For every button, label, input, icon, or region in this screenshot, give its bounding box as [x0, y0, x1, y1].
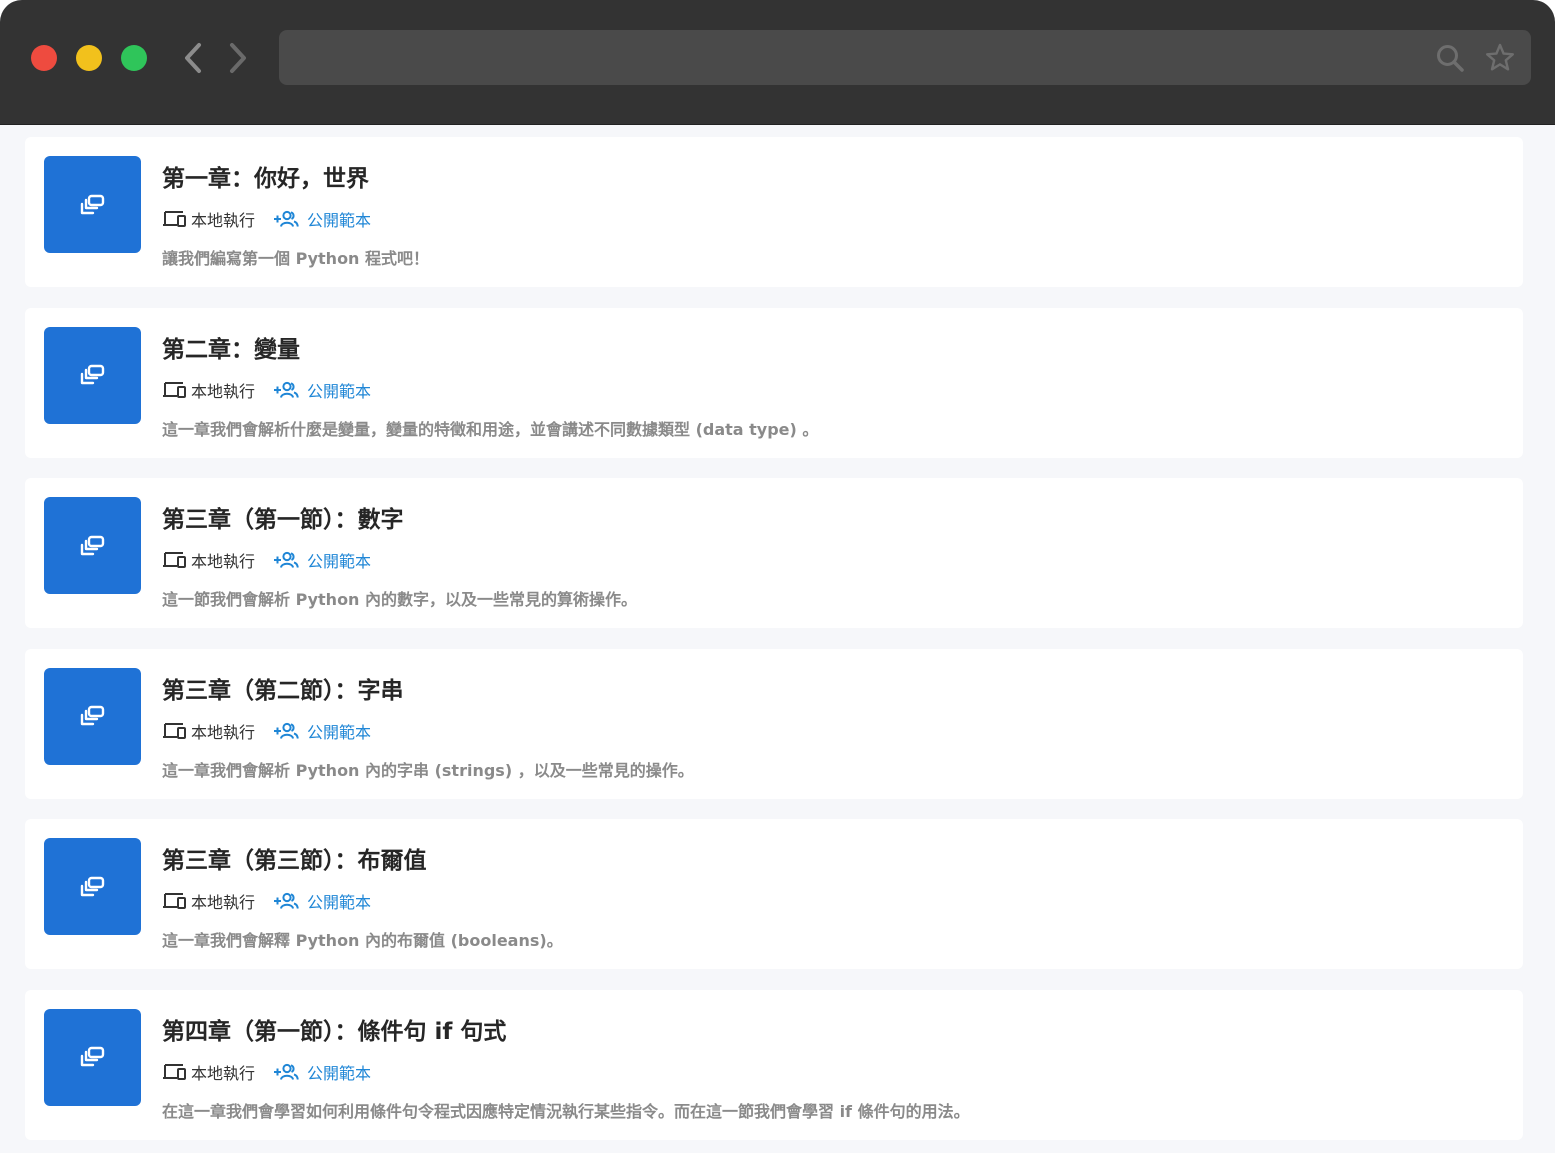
laptop-icon: [162, 892, 187, 910]
lesson-description: 這一節我們會解析 Python 內的數字，以及一些常見的算術操作。: [162, 590, 638, 609]
local-run-label: 本地執行: [191, 1063, 256, 1083]
laptop-icon: [162, 210, 187, 228]
copy-window-icon: [80, 364, 104, 385]
add-users-icon[interactable]: [273, 381, 299, 399]
lesson-title[interactable]: 第三章（第三節）：布爾值: [162, 841, 427, 875]
add-users-icon[interactable]: [273, 892, 299, 910]
lesson-card[interactable]: 第四章（第一節）：條件句 if 句式 本地執行 公開範本 在這一章我們會學習如何…: [25, 989, 1523, 1140]
copy-window-icon: [80, 876, 104, 896]
local-run-label: 本地執行: [191, 893, 256, 912]
lesson-description: 在這一章我們會學習如何利用條件句令程式因應特定情況執行某些指令。而在這一節我們會…: [162, 1101, 970, 1121]
close-window-button[interactable]: [31, 45, 57, 71]
copy-window-icon: [80, 194, 104, 214]
lesson-meta: 本地執行 公開範本: [162, 378, 371, 402]
copy-window-icon: [80, 705, 104, 726]
minimize-window-button[interactable]: [76, 45, 102, 71]
local-run-label: 本地執行: [191, 552, 256, 571]
lesson-title[interactable]: 第二章：變量: [162, 330, 300, 364]
forward-button[interactable]: [223, 40, 253, 76]
browser-titlebar: [0, 0, 1555, 125]
lesson-description: 這一章我們會解釋 Python 內的布爾值 (booleans)。: [162, 931, 563, 950]
star-icon[interactable]: [1485, 43, 1515, 73]
laptop-icon: [162, 722, 187, 740]
lesson-meta: 本地執行 公開範本: [162, 207, 371, 231]
lesson-thumbnail[interactable]: [44, 326, 141, 424]
browser-window: 第一章：你好，世界 本地執行 公開範本 讓我們編寫第一個 Python 程式吧！…: [0, 0, 1555, 1153]
public-template-link[interactable]: 公開範本: [307, 378, 371, 402]
add-users-icon[interactable]: [273, 1063, 299, 1081]
add-users-icon[interactable]: [273, 722, 299, 740]
lesson-title[interactable]: 第一章：你好，世界: [162, 159, 369, 193]
public-template-link[interactable]: 公開範本: [307, 207, 371, 231]
lesson-meta: 本地執行 公開範本: [162, 889, 371, 913]
lesson-title[interactable]: 第三章（第一節）：數字: [162, 500, 404, 534]
lesson-list: 第一章：你好，世界 本地執行 公開範本 讓我們編寫第一個 Python 程式吧！…: [0, 125, 1555, 1153]
lesson-description: 這一章我們會解析什麼是變量，變量的特徵和用途，並會講述不同數據類型 (data …: [162, 419, 819, 439]
lesson-thumbnail[interactable]: [44, 156, 141, 253]
local-run-label: 本地執行: [191, 211, 256, 230]
lesson-thumbnail[interactable]: [44, 838, 141, 935]
public-template-link[interactable]: 公開範本: [307, 889, 371, 913]
copy-window-icon: [80, 535, 104, 555]
local-run-label: 本地執行: [191, 722, 256, 742]
lesson-meta: 本地執行 公開範本: [162, 1060, 371, 1084]
lesson-thumbnail[interactable]: [44, 667, 141, 765]
public-template-link[interactable]: 公開範本: [307, 1060, 371, 1084]
laptop-icon: [162, 381, 187, 399]
local-run-label: 本地執行: [191, 381, 256, 401]
search-icon[interactable]: [1435, 43, 1465, 73]
add-users-icon[interactable]: [273, 551, 299, 569]
back-button[interactable]: [178, 40, 208, 76]
add-users-icon[interactable]: [273, 210, 299, 228]
lesson-card[interactable]: 第一章：你好，世界 本地執行 公開範本 讓我們編寫第一個 Python 程式吧！: [25, 137, 1523, 287]
address-bar[interactable]: [279, 30, 1531, 85]
lesson-title[interactable]: 第三章（第二節）：字串: [162, 671, 404, 705]
public-template-link[interactable]: 公開範本: [307, 548, 371, 572]
lesson-card[interactable]: 第三章（第一節）：數字 本地執行 公開範本 這一節我們會解析 Python 內的…: [25, 478, 1523, 628]
lesson-card[interactable]: 第三章（第二節）：字串 本地執行 公開範本 這一章我們會解析 Python 內的…: [25, 648, 1523, 799]
maximize-window-button[interactable]: [121, 45, 147, 71]
lesson-thumbnail[interactable]: [44, 497, 141, 594]
copy-window-icon: [80, 1046, 104, 1067]
lesson-card[interactable]: 第二章：變量 本地執行 公開範本 這一章我們會解析什麼是變量，變量的特徵和用途，…: [25, 307, 1523, 458]
lesson-card[interactable]: 第三章（第三節）：布爾值 本地執行 公開範本 這一章我們會解釋 Python 內…: [25, 819, 1523, 969]
lesson-title[interactable]: 第四章（第一節）：條件句 if 句式: [162, 1012, 506, 1046]
lesson-meta: 本地執行 公開範本: [162, 719, 371, 743]
lesson-description: 讓我們編寫第一個 Python 程式吧！: [162, 249, 430, 268]
lesson-meta: 本地執行 公開範本: [162, 548, 371, 572]
laptop-icon: [162, 551, 187, 569]
lesson-thumbnail[interactable]: [44, 1008, 141, 1106]
lesson-description: 這一章我們會解析 Python 內的字串 (strings) ，以及一些常見的操…: [162, 760, 694, 780]
chevron-right-icon: [230, 43, 246, 73]
laptop-icon: [162, 1063, 187, 1081]
public-template-link[interactable]: 公開範本: [307, 719, 371, 743]
chevron-left-icon: [185, 43, 201, 73]
